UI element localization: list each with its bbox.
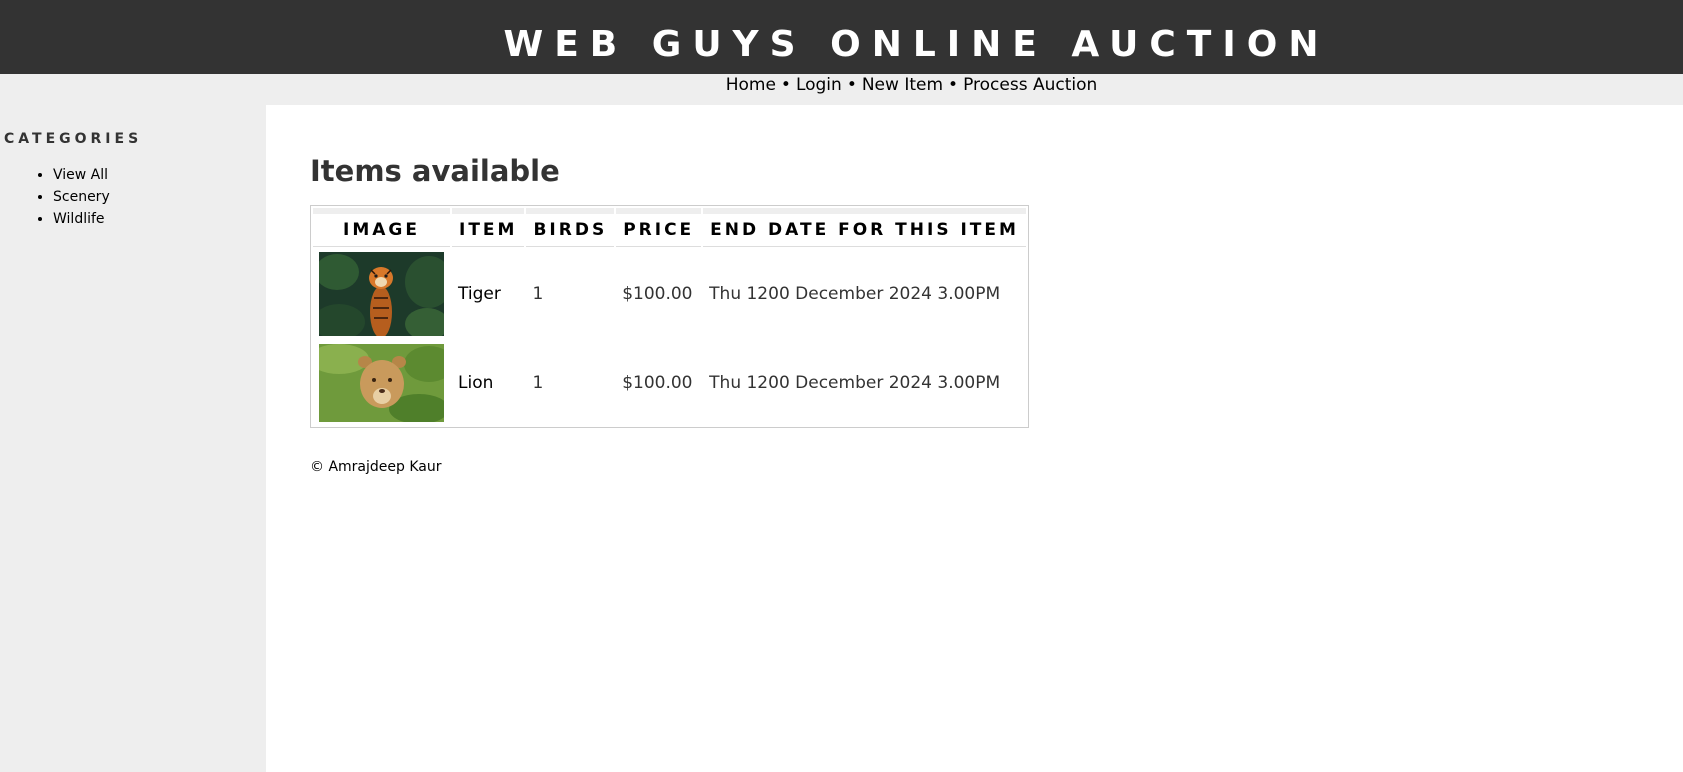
categories-list: View All Scenery Wildlife xyxy=(34,164,110,230)
items-table: IMAGE ITEM BIRDS PRICE END DATE FOR THIS… xyxy=(310,205,1029,428)
site-title: WEB GUYS ONLINE AUCTION xyxy=(503,24,1330,65)
column-header-item: ITEM xyxy=(452,208,525,247)
site-header: WEB GUYS ONLINE AUCTION xyxy=(0,0,1683,74)
cell-image xyxy=(313,249,450,339)
nav-separator: • xyxy=(846,75,857,95)
cell-image xyxy=(313,341,450,425)
cell-item: Tiger xyxy=(458,284,501,304)
cell-item: Lion xyxy=(458,373,494,393)
column-header-image: IMAGE xyxy=(313,208,450,247)
category-scenery-link[interactable]: Scenery xyxy=(53,189,110,205)
sidebar: CATEGORIES View All Scenery Wildlife xyxy=(0,105,266,772)
main-content: Items available IMAGE ITEM BIRDS PRICE E… xyxy=(266,105,1683,772)
category-item: Wildlife xyxy=(53,208,110,230)
cell-birds: 1 xyxy=(532,373,544,393)
categories-heading: CATEGORIES xyxy=(4,131,143,147)
nav-separator: • xyxy=(780,75,791,95)
page: WEB GUYS ONLINE AUCTION Home • Login • New I… xyxy=(0,0,1683,772)
table-row: Lion 1 $100.00 Thu 1200 December 2024 3.… xyxy=(313,341,1026,425)
nav-login-link[interactable]: Login xyxy=(796,75,842,95)
cell-end-date: Thu 1200 December 2024 3.00PM xyxy=(709,284,1001,304)
main-nav: Home • Login • New Item • Process Auction xyxy=(0,74,1683,105)
category-item: View All xyxy=(53,164,110,186)
column-header-birds: BIRDS xyxy=(526,208,615,247)
category-wildlife-link[interactable]: Wildlife xyxy=(53,211,105,227)
category-item: Scenery xyxy=(53,186,110,208)
cell-end-date: Thu 1200 December 2024 3.00PM xyxy=(709,373,1001,393)
category-view-all-link[interactable]: View All xyxy=(53,167,108,183)
cell-price: $100.00 xyxy=(622,373,693,393)
lion-cub-photo[interactable] xyxy=(319,344,444,422)
nav-home-link[interactable]: Home xyxy=(726,75,776,95)
footer-copyright: © Amrajdeep Kaur xyxy=(310,459,442,475)
cell-price: $100.00 xyxy=(622,284,693,304)
nav-separator: • xyxy=(948,75,959,95)
table-row: Tiger 1 $100.00 Thu 1200 December 2024 3… xyxy=(313,249,1026,339)
column-header-price: PRICE xyxy=(616,208,702,247)
nav-process-auction-link[interactable]: Process Auction xyxy=(963,75,1097,95)
page-title: Items available xyxy=(310,154,560,188)
table-header-row: IMAGE ITEM BIRDS PRICE END DATE FOR THIS… xyxy=(313,208,1026,247)
tiger-photo[interactable] xyxy=(319,252,444,336)
cell-birds: 1 xyxy=(532,284,544,304)
nav-new-item-link[interactable]: New Item xyxy=(862,75,943,95)
column-header-end-date: END DATE FOR THIS ITEM xyxy=(703,208,1026,247)
